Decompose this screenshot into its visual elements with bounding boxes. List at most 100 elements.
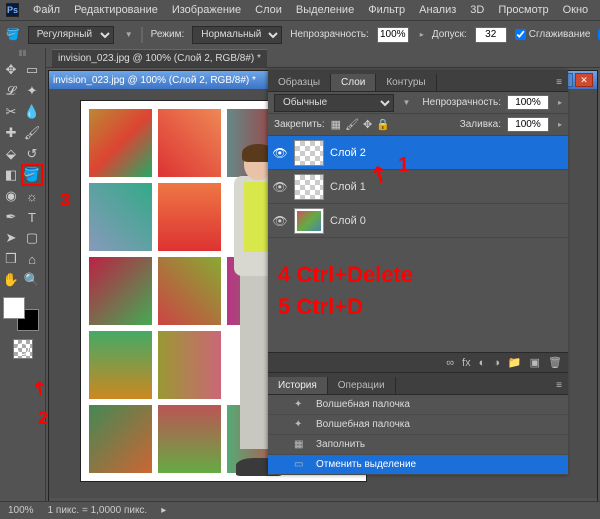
3d-camera-tool[interactable]: ⌂ <box>22 249 42 269</box>
marquee-tool[interactable]: ▭ <box>22 60 42 80</box>
chevron-down-icon[interactable]: ▸ <box>420 30 424 39</box>
link-layers-icon[interactable]: ∞ <box>446 357 454 369</box>
hand-tool[interactable]: ✋ <box>1 270 21 290</box>
tab-swatches[interactable]: Образцы <box>268 74 331 91</box>
path-select-tool[interactable]: ➤ <box>1 228 21 248</box>
opacity-label: Непрозрачность: <box>290 29 369 40</box>
pattern-swatch[interactable] <box>141 27 143 43</box>
layer-name[interactable]: Слой 2 <box>330 147 366 159</box>
quick-mask-toggle[interactable] <box>13 339 33 359</box>
history-brush-tool[interactable]: ↺ <box>22 144 42 164</box>
lock-label: Закрепить: <box>274 119 325 130</box>
toolbox: ⦀⦀ ✥ ▭ 𝓛 ✦ ✂ 💧 ✚ 🖌 ⬙ ↺ ◧ 🪣 ◉ ☼ ✒ T ➤ ▢ ❒… <box>0 48 46 519</box>
magic-wand-tool[interactable]: ✦ <box>22 81 42 101</box>
chevron-down-icon: ▼ <box>403 98 411 107</box>
dodge-tool[interactable]: ☼ <box>22 186 42 206</box>
visibility-toggle-icon[interactable]: 👁 <box>272 213 288 229</box>
eyedropper-tool[interactable]: 💧 <box>22 102 42 122</box>
tab-actions[interactable]: Операции <box>328 377 396 394</box>
history-panel: История Операции ≡ ✦Волшебная палочка ✦В… <box>268 372 568 475</box>
crop-tool[interactable]: ✂ <box>1 102 21 122</box>
type-tool[interactable]: T <box>22 207 42 227</box>
eraser-tool[interactable]: ◧ <box>1 165 21 185</box>
lock-all-icon[interactable]: 🔒 <box>376 118 390 131</box>
mode-select[interactable]: Нормальный <box>192 26 282 44</box>
layer-row[interactable]: 👁 Слой 1 <box>268 170 568 204</box>
panel-menu-icon[interactable]: ≡ <box>550 377 568 394</box>
chevron-down-icon[interactable]: ▸ <box>558 120 562 129</box>
tab-paths[interactable]: Контуры <box>376 74 436 91</box>
layer-opacity-input[interactable] <box>507 95 549 110</box>
ps-logo: Ps <box>6 3 19 17</box>
status-bar: 100% 1 пикс. = 1,0000 пикс. ▸ <box>0 501 600 519</box>
healing-tool[interactable]: ✚ <box>1 123 21 143</box>
3d-tool[interactable]: ❒ <box>1 249 21 269</box>
delete-layer-icon[interactable]: 🗑 <box>548 356 562 369</box>
lock-pixels-icon[interactable]: 🖌 <box>345 118 359 131</box>
tolerance-input[interactable] <box>475 27 507 43</box>
history-item[interactable]: ✦Волшебная палочка <box>268 395 568 415</box>
visibility-toggle-icon[interactable]: 👁 <box>272 145 288 161</box>
panel-menu-icon[interactable]: ≡ <box>550 74 568 91</box>
menu-layers[interactable]: Слои <box>255 4 282 16</box>
menu-edit[interactable]: Редактирование <box>74 4 158 16</box>
menu-3d[interactable]: 3D <box>470 4 484 16</box>
menu-analysis[interactable]: Анализ <box>419 4 456 16</box>
blur-tool[interactable]: ◉ <box>1 186 21 206</box>
pen-tool[interactable]: ✒ <box>1 207 21 227</box>
lock-transparency-icon[interactable]: ▦ <box>331 118 341 131</box>
brush-tool[interactable]: 🖌 <box>22 123 42 143</box>
menu-file[interactable]: Файл <box>33 4 60 16</box>
layer-row[interactable]: 👁 Слой 0 <box>268 204 568 238</box>
layer-fx-icon[interactable]: fx <box>462 357 471 369</box>
lock-position-icon[interactable]: ✥ <box>363 118 372 131</box>
document-dims: 1 пикс. = 1,0000 пикс. <box>48 505 148 516</box>
visibility-toggle-icon[interactable]: 👁 <box>272 179 288 195</box>
history-item[interactable]: ▦Заполнить <box>268 435 568 455</box>
layer-name[interactable]: Слой 0 <box>330 215 366 227</box>
layers-panel-footer: ∞ fx ◐ ◑ 📁 ▣ 🗑 <box>268 352 568 372</box>
shape-tool[interactable]: ▢ <box>22 228 42 248</box>
zoom-tool[interactable]: 🔍 <box>22 270 42 290</box>
layers-panel-tabs: Образцы Слои Контуры ≡ <box>268 70 568 92</box>
magic-wand-icon: ✦ <box>294 419 308 430</box>
menubar: Ps Файл Редактирование Изображение Слои … <box>0 0 600 20</box>
document-tab-bar: invision_023.jpg @ 100% (Слой 2, RGB/8#)… <box>46 48 600 68</box>
layer-thumbnail[interactable] <box>294 174 324 200</box>
menu-image[interactable]: Изображение <box>172 4 241 16</box>
adjustment-layer-icon[interactable]: ◑ <box>493 357 500 369</box>
lasso-tool[interactable]: 𝓛 <box>1 81 21 101</box>
foreground-color-swatch[interactable] <box>3 297 25 319</box>
chevron-down-icon: ▼ <box>125 30 133 39</box>
paint-bucket-tool[interactable]: 🪣 <box>22 165 42 185</box>
menu-select[interactable]: Выделение <box>296 4 354 16</box>
layer-name[interactable]: Слой 1 <box>330 181 366 193</box>
antialias-checkbox[interactable]: Сглаживание <box>515 29 591 40</box>
layer-thumbnail[interactable] <box>294 140 324 166</box>
font-style-select[interactable]: Регулярный <box>28 26 114 44</box>
chevron-down-icon[interactable]: ▸ <box>558 98 562 107</box>
stamp-tool[interactable]: ⬙ <box>1 144 21 164</box>
opacity-input[interactable] <box>377 27 409 43</box>
history-item[interactable]: ▭Отменить выделение <box>268 455 568 475</box>
move-tool[interactable]: ✥ <box>1 60 21 80</box>
menu-view[interactable]: Просмотр <box>498 4 548 16</box>
status-menu-icon[interactable]: ▸ <box>161 505 166 516</box>
layer-mask-icon[interactable]: ◐ <box>479 357 486 369</box>
document-tab[interactable]: invision_023.jpg @ 100% (Слой 2, RGB/8#)… <box>52 49 267 67</box>
blend-mode-select[interactable]: Обычные <box>274 94 394 112</box>
history-item[interactable]: ✦Волшебная палочка <box>268 415 568 435</box>
layer-group-icon[interactable]: 📁 <box>508 356 522 369</box>
layer-thumbnail[interactable] <box>294 208 324 234</box>
new-layer-icon[interactable]: ▣ <box>530 356 540 369</box>
color-swatches[interactable] <box>1 297 44 335</box>
tab-layers[interactable]: Слои <box>331 74 376 91</box>
close-button[interactable]: ✕ <box>575 73 593 87</box>
layer-row[interactable]: 👁 Слой 2 <box>268 136 568 170</box>
tab-history[interactable]: История <box>268 377 328 394</box>
menu-window[interactable]: Окно <box>563 4 589 16</box>
toolbox-drag-handle[interactable]: ⦀⦀ <box>1 49 44 59</box>
zoom-level[interactable]: 100% <box>8 505 34 516</box>
layer-fill-input[interactable] <box>507 117 549 132</box>
menu-filter[interactable]: Фильтр <box>368 4 405 16</box>
